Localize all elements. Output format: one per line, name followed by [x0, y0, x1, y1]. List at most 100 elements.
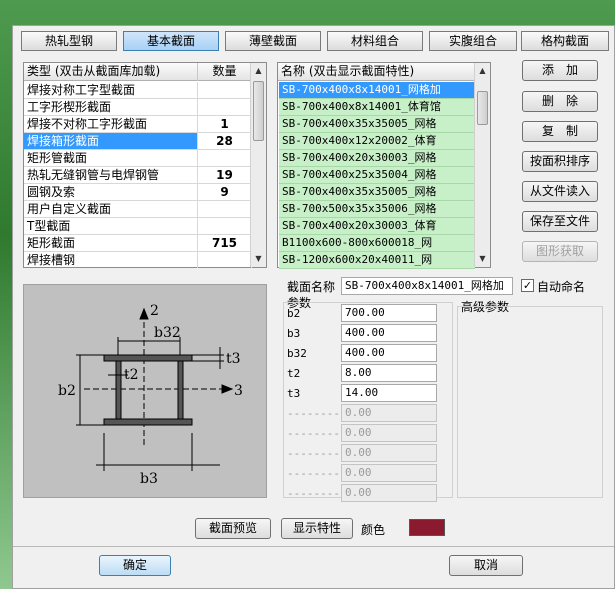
type-name: 矩形截面: [24, 235, 198, 251]
type-row-selected[interactable]: 焊接箱形截面 28: [24, 133, 252, 150]
type-row[interactable]: 矩形截面 715: [24, 235, 252, 252]
show-properties-button[interactable]: 显示特性: [281, 518, 353, 539]
section-row[interactable]: B1100x600-800x600018_网: [279, 235, 475, 252]
b2-label: b2: [58, 383, 76, 399]
param-name: b2: [287, 307, 301, 320]
section-type-tabs: 热轧型钢 基本截面 薄壁截面 材料组合 实腹组合 格构截面: [21, 31, 611, 53]
section-row[interactable]: SB-700x400x20x30003_体育: [279, 218, 475, 235]
separator: [13, 546, 614, 547]
type-name: 焊接不对称工字形截面: [24, 116, 198, 132]
param-name-disabled: --------: [287, 427, 340, 440]
type-count: 1: [198, 116, 252, 132]
param-name: t3: [287, 387, 301, 400]
type-row[interactable]: 焊接槽钢: [24, 252, 252, 269]
type-row[interactable]: 用户自定义截面: [24, 201, 252, 218]
type-count: 19: [198, 167, 252, 183]
section-row[interactable]: SB-700x400x8x14001_体育馆: [279, 99, 475, 116]
auto-name-checkbox[interactable]: ✓: [521, 279, 534, 292]
get-shape-button[interactable]: 图形获取: [522, 241, 598, 262]
section-row[interactable]: SB-1200x600x20x40011_网: [279, 252, 475, 269]
scroll-up-icon[interactable]: ▲: [475, 63, 490, 79]
param-field-disabled: 0.00: [341, 464, 437, 482]
type-column-header[interactable]: 类型 (双击从截面库加载): [24, 63, 198, 81]
import-file-button[interactable]: 从文件读入: [522, 181, 598, 202]
param-name: b32: [287, 347, 307, 360]
section-row[interactable]: SB-700x400x20x30003_网格: [279, 150, 475, 167]
type-count: 28: [198, 133, 252, 149]
add-button[interactable]: 添 加: [522, 60, 598, 81]
color-label: 颜色: [361, 523, 386, 537]
section-row[interactable]: SB-700x500x35x35006_网格: [279, 201, 475, 218]
cancel-button[interactable]: 取消: [449, 555, 523, 576]
axis-3-label: 3: [234, 383, 243, 399]
type-list-header: 类型 (双击从截面库加载) 数量: [24, 63, 252, 81]
param-t2-field[interactable]: 8.00: [341, 364, 437, 382]
section-dialog: 热轧型钢 基本截面 薄壁截面 材料组合 实腹组合 格构截面 类型 (双击从截面库…: [12, 25, 615, 589]
type-row[interactable]: 焊接对称工字型截面: [24, 82, 252, 99]
type-count: 9: [198, 184, 252, 200]
t2-label: t2: [124, 367, 139, 383]
param-b32-field[interactable]: 400.00: [341, 344, 437, 362]
sort-by-area-button[interactable]: 按面积排序: [522, 151, 598, 172]
auto-name-label: 自动命名: [537, 280, 586, 294]
ok-button[interactable]: 确定: [99, 555, 171, 576]
scroll-thumb[interactable]: [253, 81, 264, 141]
type-row[interactable]: 圆钢及索 9: [24, 184, 252, 201]
tab-basic-section[interactable]: 基本截面: [123, 31, 219, 51]
type-row[interactable]: 热轧无缝钢管与电焊钢管 19: [24, 167, 252, 184]
preview-button[interactable]: 截面预览: [195, 518, 271, 539]
type-row[interactable]: 焊接不对称工字形截面 1: [24, 116, 252, 133]
section-row[interactable]: SB-700x400x12x20002_体育: [279, 133, 475, 150]
param-field-disabled: 0.00: [341, 484, 437, 502]
param-t3-field[interactable]: 14.00: [341, 384, 437, 402]
type-name: 热轧无缝钢管与电焊钢管: [24, 167, 198, 183]
tab-thin-wall[interactable]: 薄壁截面: [225, 31, 321, 51]
tab-hot-rolled[interactable]: 热轧型钢: [21, 31, 117, 51]
type-row[interactable]: T型截面: [24, 218, 252, 235]
scroll-thumb[interactable]: [477, 91, 488, 125]
type-count: [198, 218, 252, 234]
section-row[interactable]: SB-700x400x25x35004_网格: [279, 167, 475, 184]
type-list-scrollbar[interactable]: ▲ ▼: [250, 63, 266, 267]
param-b2-field[interactable]: 700.00: [341, 304, 437, 322]
param-name-disabled: --------: [287, 487, 340, 500]
advanced-params-group: [457, 306, 603, 498]
type-name: 焊接箱形截面: [24, 133, 198, 149]
type-name: 矩形管截面: [24, 150, 198, 166]
tab-solid-web-combo[interactable]: 实腹组合: [429, 31, 517, 51]
tab-material-combo[interactable]: 材料组合: [327, 31, 423, 51]
param-name-disabled: --------: [287, 467, 340, 480]
save-file-button[interactable]: 保存至文件: [522, 211, 598, 232]
scroll-up-icon[interactable]: ▲: [251, 63, 266, 79]
copy-button[interactable]: 复 制: [522, 121, 598, 142]
b32-label: b32: [154, 325, 181, 341]
delete-button[interactable]: 删 除: [522, 91, 598, 112]
type-name: T型截面: [24, 218, 198, 234]
t3-label: t3: [226, 351, 241, 367]
scroll-down-icon[interactable]: ▼: [475, 251, 490, 267]
section-name-label: 截面名称: [287, 280, 336, 294]
type-name: 焊接槽钢: [24, 252, 198, 268]
section-row-selected[interactable]: SB-700x400x8x14001_网格加: [279, 82, 475, 99]
type-name: 圆钢及索: [24, 184, 198, 200]
box-section-drawing: 2 3 b32 b2 b3 t2 t3: [58, 303, 243, 487]
section-row[interactable]: SB-700x400x35x35005_网格: [279, 116, 475, 133]
type-row[interactable]: 工字形楔形截面: [24, 99, 252, 116]
scroll-down-icon[interactable]: ▼: [251, 251, 266, 267]
param-name-disabled: --------: [287, 447, 340, 460]
count-column-header[interactable]: 数量: [198, 63, 252, 81]
section-name-field[interactable]: SB-700x400x8x14001_网格加: [341, 277, 513, 295]
axis-2-label: 2: [150, 303, 159, 319]
section-list-scrollbar[interactable]: ▲ ▼: [474, 63, 490, 267]
param-b3-field[interactable]: 400.00: [341, 324, 437, 342]
section-row[interactable]: SB-700x400x35x35005_网格: [279, 184, 475, 201]
section-list-header[interactable]: 名称 (双击显示截面特性): [278, 63, 474, 81]
tab-lattice-section[interactable]: 格构截面: [521, 31, 609, 51]
color-swatch[interactable]: [409, 519, 445, 536]
type-count: [198, 252, 252, 268]
type-list[interactable]: 类型 (双击从截面库加载) 数量 焊接对称工字型截面 工字形楔形截面 焊接不对称…: [23, 62, 267, 268]
type-row[interactable]: 矩形管截面: [24, 150, 252, 167]
section-list[interactable]: 名称 (双击显示截面特性) SB-700x400x8x14001_网格加 SB-…: [277, 62, 491, 269]
param-field-disabled: 0.00: [341, 404, 437, 422]
type-name: 用户自定义截面: [24, 201, 198, 217]
